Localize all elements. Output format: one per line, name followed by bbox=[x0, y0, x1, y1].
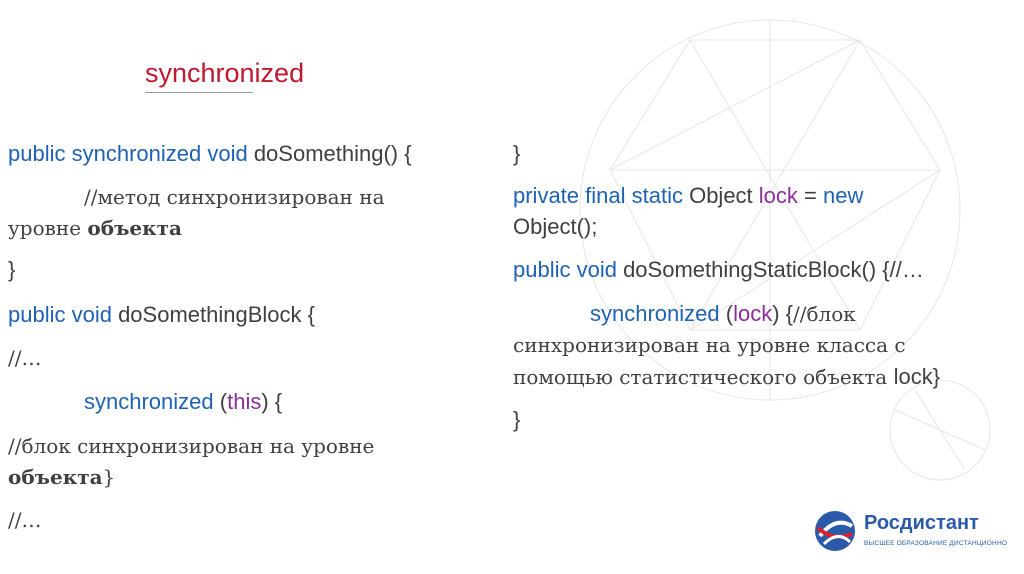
code-text: doSomething() { bbox=[247, 141, 412, 166]
keyword: synchronized bbox=[590, 301, 720, 326]
comment-line: //блок синхронизирован на уровне bbox=[8, 434, 375, 458]
comment-text: уровне bbox=[8, 216, 88, 240]
comment-text: //блок bbox=[793, 302, 856, 326]
slide-title: synchronized bbox=[145, 58, 305, 88]
code-text: ( bbox=[213, 389, 228, 414]
code-text: doSomethingStaticBlock() {//… bbox=[616, 257, 924, 282]
code-line: public void doSomethingBlock { bbox=[8, 299, 315, 330]
comment-line: объекта} bbox=[8, 462, 115, 493]
keyword: public synchronized void bbox=[8, 141, 248, 166]
logo-subtitle: ВЫСШЕЕ ОБРАЗОВАНИЕ ДИСТАНЦИОННО bbox=[864, 540, 1008, 547]
comment-line: //… bbox=[8, 508, 42, 532]
comment-line: //метод синхронизирован на bbox=[84, 185, 385, 209]
code-text: lock} bbox=[893, 364, 941, 389]
code-text: ( bbox=[719, 301, 734, 326]
identifier: this bbox=[227, 389, 262, 414]
comment-line: синхронизирован на уровне класса с bbox=[513, 333, 906, 357]
comment-line: помощью статистического объекта lock} bbox=[513, 361, 940, 393]
comment-bold-text: объекта bbox=[87, 216, 182, 240]
comment-text: помощью статистического объекта bbox=[513, 365, 894, 389]
code-line: Object(); bbox=[513, 214, 598, 239]
code-line: synchronized (this) { bbox=[84, 386, 282, 417]
code-text: Object bbox=[682, 183, 759, 208]
comment-text: } bbox=[102, 465, 116, 489]
logo-name: Росдистант bbox=[864, 512, 979, 534]
comment-line: уровне объекта bbox=[8, 213, 182, 244]
identifier: lock bbox=[733, 301, 773, 326]
keyword: private final static bbox=[513, 183, 683, 208]
code-text: ) { bbox=[772, 301, 794, 326]
keyword: synchronized bbox=[84, 389, 214, 414]
code-line: public synchronized void doSomething() { bbox=[8, 138, 412, 169]
code-line: synchronized (lock) {//блок bbox=[590, 298, 856, 330]
code-text: doSomethingBlock { bbox=[111, 302, 315, 327]
code-line: private final static Object lock = new bbox=[513, 180, 863, 211]
code-text: = bbox=[797, 183, 823, 208]
globe-logo-icon bbox=[815, 511, 855, 551]
comment-line: //… bbox=[8, 346, 42, 370]
code-line: } bbox=[513, 407, 521, 432]
code-line: } bbox=[513, 141, 521, 166]
identifier: lock bbox=[758, 183, 798, 208]
keyword: public void bbox=[8, 302, 112, 327]
keyword: public void bbox=[513, 257, 617, 282]
keyword: new bbox=[822, 183, 864, 208]
comment-bold-text: объекта bbox=[8, 465, 103, 489]
rosdistant-logo: Росдистант ВЫСШЕЕ ОБРАЗОВАНИЕ ДИСТАНЦИОН… bbox=[812, 506, 1007, 556]
code-line: } bbox=[8, 257, 16, 282]
code-text: ) { bbox=[261, 389, 283, 414]
title-underline bbox=[145, 92, 253, 93]
code-line: public void doSomethingStaticBlock() {//… bbox=[513, 254, 924, 285]
